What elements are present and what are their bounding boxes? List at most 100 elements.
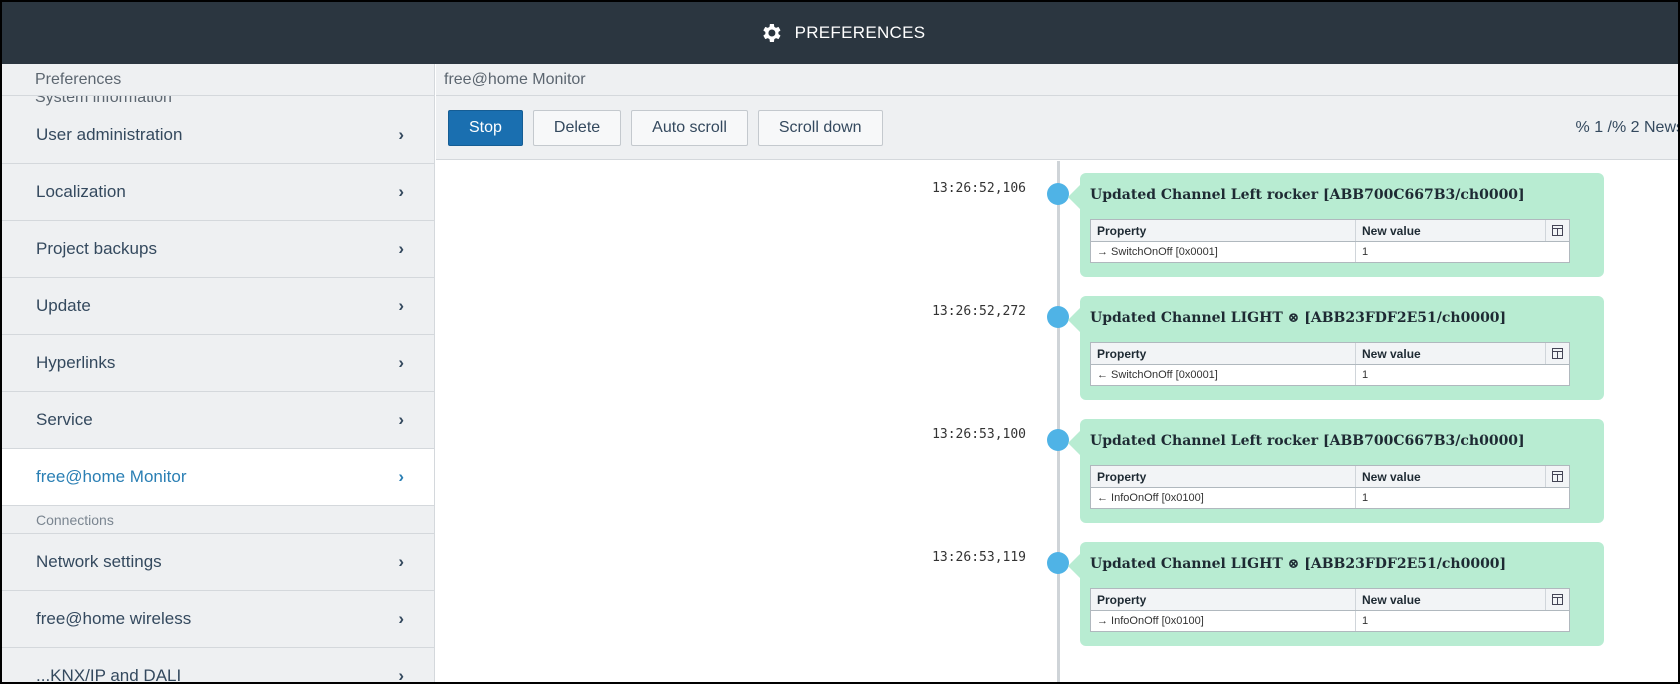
event-card: Updated Channel Left rocker [ABB700C667B…: [1068, 419, 1604, 523]
timeline-event: 13:26:53,119 Updated Channel LIGHT ⊗ [ABB…: [436, 542, 1678, 652]
sidebar-item-service[interactable]: Service ›: [2, 392, 434, 449]
sidebar-item-project-backups[interactable]: Project backups ›: [2, 221, 434, 278]
column-options-icon[interactable]: [1545, 589, 1569, 610]
event-card: Updated Channel LIGHT ⊗ [ABB23FDF2E51/ch…: [1068, 296, 1604, 400]
value-cell: 1: [1362, 492, 1369, 504]
chevron-right-icon: ›: [398, 552, 404, 571]
value-cell: 1: [1362, 369, 1369, 381]
title-bar: PREFERENCES: [2, 2, 1678, 64]
delete-button[interactable]: Delete: [532, 109, 622, 146]
event-card: Updated Channel LIGHT ⊗ [ABB23FDF2E51/ch…: [1068, 542, 1604, 646]
sidebar-item-label: System information: [35, 96, 172, 106]
scroll-down-button[interactable]: Scroll down: [757, 109, 883, 146]
sidebar-heading: Preferences: [2, 64, 434, 96]
sidebar-nav-list: User administration › Localization › Project…: [2, 107, 434, 506]
sidebar-item-localization[interactable]: Localization ›: [2, 164, 434, 221]
news-counter: % 1 /% 2 News: [1575, 119, 1680, 136]
auto-scroll-button[interactable]: Auto scroll: [631, 109, 748, 146]
sidebar-item-update[interactable]: Update ›: [2, 278, 434, 335]
table-row: ← InfoOnOff [0x0100] 1: [1091, 488, 1569, 508]
event-timestamp: 13:26:52,106: [932, 181, 1026, 196]
property-cell: → InfoOnOff [0x0100]: [1091, 611, 1356, 631]
sidebar-item-label: Network settings: [36, 552, 162, 571]
gear-icon: [762, 24, 781, 42]
property-table: Property New value ← SwitchOnOff [0x0001] 1: [1090, 342, 1570, 386]
property-cell: → SwitchOnOff [0x0001]: [1091, 242, 1356, 262]
table-row: → SwitchOnOff [0x0001] 1: [1091, 242, 1569, 262]
sidebar-item-label: User administration: [36, 125, 183, 144]
chevron-right-icon: ›: [398, 296, 404, 315]
sidebar: Preferences System information User admi…: [2, 64, 435, 684]
timeline-dot: [1047, 552, 1069, 574]
sidebar-nav-list-connections: Network settings › free@home wireless › ...K…: [2, 534, 434, 684]
timeline-event: 13:26:53,100 Updated Channel Left rocker …: [436, 419, 1678, 529]
value-cell: 1: [1362, 615, 1369, 627]
property-table: Property New value ← InfoOnOff [0x0100] 1: [1090, 465, 1570, 509]
timeline-dot: [1047, 429, 1069, 451]
timeline-event: 13:26:52,272 Updated Channel LIGHT ⊗ [ABB…: [436, 296, 1678, 406]
column-header-new-value: New value: [1362, 346, 1421, 361]
column-header-new-value: New value: [1362, 469, 1421, 484]
chevron-right-icon: ›: [398, 125, 404, 144]
column-header-property: Property: [1091, 589, 1356, 610]
column-header-property: Property: [1091, 343, 1356, 364]
sidebar-item-user-administration[interactable]: User administration ›: [2, 107, 434, 164]
sidebar-item-hyperlinks[interactable]: Hyperlinks ›: [2, 335, 434, 392]
sidebar-item-free-home-wireless[interactable]: free@home wireless ›: [2, 591, 434, 648]
sidebar-item-label: Update: [36, 296, 91, 315]
column-header-new-value: New value: [1362, 592, 1421, 607]
sidebar-item-label: Project backups: [36, 239, 157, 258]
sidebar-item-label: Localization: [36, 182, 126, 201]
chevron-right-icon: ›: [398, 467, 404, 486]
event-card: Updated Channel Left rocker [ABB700C667B…: [1068, 173, 1604, 277]
stop-button[interactable]: Stop: [448, 109, 523, 146]
chevron-right-icon: ›: [398, 410, 404, 429]
chevron-right-icon: ›: [398, 182, 404, 201]
timeline-dot: [1047, 306, 1069, 328]
sidebar-item-knx-ip-and-dali[interactable]: ...KNX/IP and DALI ›: [2, 648, 434, 684]
event-timeline[interactable]: 13:26:52,106 Updated Channel Left rocker …: [436, 161, 1678, 682]
sidebar-item-label: Service: [36, 410, 93, 429]
event-title: Updated Channel Left rocker [ABB700C667B…: [1090, 433, 1525, 449]
chevron-right-icon: ›: [398, 666, 404, 684]
column-options-icon[interactable]: [1545, 343, 1569, 364]
value-cell: 1: [1362, 246, 1369, 258]
chevron-right-icon: ›: [398, 609, 404, 628]
event-title: Updated Channel LIGHT ⊗ [ABB23FDF2E51/ch…: [1090, 556, 1507, 572]
section-label-connections: Connections: [2, 506, 434, 534]
property-cell: ← SwitchOnOff [0x0001]: [1091, 365, 1356, 385]
table-header-row: Property New value: [1091, 220, 1569, 242]
column-header-new-value: New value: [1362, 223, 1421, 238]
property-cell: ← InfoOnOff [0x0100]: [1091, 488, 1356, 508]
table-header-row: Property New value: [1091, 343, 1569, 365]
table-row: ← SwitchOnOff [0x0001] 1: [1091, 365, 1569, 385]
event-timestamp: 13:26:53,119: [932, 550, 1026, 565]
sidebar-item-free-home-monitor[interactable]: free@home Monitor ›: [2, 449, 434, 506]
table-header-row: Property New value: [1091, 589, 1569, 611]
sidebar-item-label: Hyperlinks: [36, 353, 116, 372]
column-header-property: Property: [1091, 466, 1356, 487]
sidebar-item-system-information[interactable]: System information: [2, 96, 434, 107]
table-header-row: Property New value: [1091, 466, 1569, 488]
table-row: → InfoOnOff [0x0100] 1: [1091, 611, 1569, 631]
timeline-dot: [1047, 183, 1069, 205]
column-options-icon[interactable]: [1545, 466, 1569, 487]
app-window: PREFERENCES Preferences System informati…: [0, 0, 1680, 684]
main-panel: free@home Monitor Stop Delete Auto scrol…: [436, 64, 1680, 682]
panel-heading: free@home Monitor: [436, 64, 1678, 96]
sidebar-item-network-settings[interactable]: Network settings ›: [2, 534, 434, 591]
property-table: Property New value → InfoOnOff [0x0100] 1: [1090, 588, 1570, 632]
sidebar-item-label: free@home Monitor: [36, 467, 187, 486]
chevron-right-icon: ›: [398, 353, 404, 372]
toolbar: Stop Delete Auto scroll Scroll down % 1 …: [436, 96, 1680, 160]
sidebar-item-label: ...KNX/IP and DALI: [36, 666, 182, 684]
page-title: PREFERENCES: [794, 23, 926, 42]
event-title: Updated Channel Left rocker [ABB700C667B…: [1090, 187, 1525, 203]
event-title: Updated Channel LIGHT ⊗ [ABB23FDF2E51/ch…: [1090, 310, 1507, 326]
timeline-event: 13:26:52,106 Updated Channel Left rocker …: [436, 173, 1678, 283]
sidebar-item-label: free@home wireless: [36, 609, 192, 628]
chevron-right-icon: ›: [398, 239, 404, 258]
column-options-icon[interactable]: [1545, 220, 1569, 241]
event-timestamp: 13:26:52,272: [932, 304, 1026, 319]
property-table: Property New value → SwitchOnOff [0x0001] 1: [1090, 219, 1570, 263]
